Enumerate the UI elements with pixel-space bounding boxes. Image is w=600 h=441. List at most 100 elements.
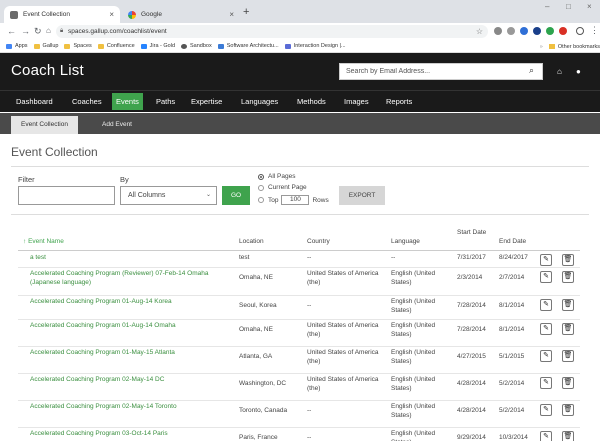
event-name-link[interactable]: Accelerated Coaching Program 01-Aug-14 O… (30, 322, 230, 331)
nav-item-methods[interactable]: Methods (293, 93, 330, 110)
scope-current-page-radio[interactable]: Current Page (258, 184, 307, 191)
nav-item-images[interactable]: Images (340, 93, 373, 110)
camera-extension-icon[interactable] (494, 27, 502, 35)
filter-input[interactable] (18, 186, 115, 205)
nav-item-paths[interactable]: Paths (152, 93, 179, 110)
event-name-link[interactable]: Accelerated Coaching Program 02-May-14 T… (30, 403, 230, 412)
go-button[interactable]: GO (222, 186, 250, 205)
bookmark-interaction-design[interactable]: Interaction Design |... (284, 43, 346, 49)
tab-google[interactable]: Google × (122, 6, 240, 23)
by-column-selected: All Columns (128, 192, 166, 199)
nav-item-coaches[interactable]: Coaches (68, 93, 106, 110)
user-icon[interactable]: ● (576, 67, 581, 76)
delete-icon[interactable]: 🗑︎ (562, 377, 574, 389)
extension-icon[interactable] (520, 27, 528, 35)
bookmark-label: Spaces (73, 43, 92, 49)
top-rows-input[interactable]: 100 (281, 195, 310, 205)
language-cell: English (United States) (391, 403, 436, 419)
language-cell: English (United States) (391, 322, 436, 338)
column-header-language[interactable]: Language (391, 237, 420, 246)
new-tab-icon[interactable]: + (243, 6, 249, 18)
edit-icon[interactable]: ✎ (540, 404, 552, 416)
back-icon[interactable]: ← (7, 26, 16, 36)
minimize-icon[interactable]: – (545, 2, 549, 11)
edit-icon[interactable]: ✎ (540, 271, 552, 283)
edit-icon[interactable]: ✎ (540, 323, 552, 335)
search-input[interactable] (339, 63, 543, 80)
close-tab-icon[interactable]: × (109, 10, 114, 19)
close-window-icon[interactable]: × (587, 2, 592, 11)
delete-icon[interactable]: 🗑︎ (562, 350, 574, 362)
search-icon[interactable]: ⌕ (529, 65, 534, 76)
tab-event-collection[interactable]: Event Collection × (4, 6, 120, 23)
bookmark-gallup[interactable]: Gallup (33, 43, 58, 49)
scope-all-pages-radio[interactable]: All Pages (258, 173, 295, 180)
location-cell: Paris, France (239, 434, 278, 441)
scope-top-rows-radio[interactable]: Top 100 Rows (258, 195, 329, 205)
delete-icon[interactable]: 🗑︎ (562, 431, 574, 441)
edit-icon[interactable]: ✎ (540, 254, 552, 266)
profile-icon[interactable] (576, 27, 584, 35)
bookmark-sandbox[interactable]: Sandbox (181, 43, 212, 49)
delete-icon[interactable]: 🗑︎ (562, 271, 574, 283)
extension-icon[interactable] (533, 27, 541, 35)
reload-icon[interactable]: ↻ (34, 26, 42, 37)
event-name-link[interactable]: a test (30, 254, 230, 263)
event-name-link[interactable]: Accelerated Coaching Program 02-May-14 D… (30, 376, 230, 385)
country-cell: -- (307, 302, 312, 309)
column-header-event-name[interactable]: ↑ Event Name (23, 237, 64, 246)
extension-icon[interactable] (507, 27, 515, 35)
close-tab-icon[interactable]: × (229, 10, 234, 19)
tab-event-collection[interactable]: Event Collection (11, 116, 78, 134)
nav-item-languages[interactable]: Languages (237, 93, 282, 110)
apps-grid-icon (6, 43, 12, 49)
column-header-country[interactable]: Country (307, 237, 330, 246)
bookmark-spaces[interactable]: Spaces (64, 43, 92, 49)
country-cell: United States of America (the) (307, 349, 379, 365)
home-icon[interactable]: ⌂ (557, 67, 562, 76)
radio-checked-icon (258, 173, 264, 180)
edit-icon[interactable]: ✎ (540, 431, 552, 441)
nav-item-events[interactable]: Events (112, 93, 143, 110)
column-header-start-date[interactable]: Start Date (457, 228, 491, 237)
column-header-location[interactable]: Location (239, 237, 264, 246)
event-name-link[interactable]: Accelerated Coaching Program 01-Aug-14 K… (30, 298, 230, 307)
edit-icon[interactable]: ✎ (540, 299, 552, 311)
location-cell: Omaha, NE (239, 326, 273, 333)
language-cell: English (United States) (391, 298, 436, 314)
event-name-link[interactable]: Accelerated Coaching Program 03-Oct-14 P… (30, 430, 230, 439)
home-icon[interactable]: ⌂ (46, 26, 51, 35)
bookmark-jira[interactable]: Jira - Gold (140, 43, 175, 49)
more-bookmarks-icon[interactable]: » (540, 44, 543, 50)
extension-icon[interactable] (559, 27, 567, 35)
header-divider (18, 250, 580, 251)
bookmark-confluence[interactable]: Confluence (97, 43, 135, 49)
menu-kebab-icon[interactable]: ⋮ (590, 25, 599, 36)
delete-icon[interactable]: 🗑︎ (562, 254, 574, 266)
forward-icon[interactable]: → (21, 26, 30, 36)
edit-icon[interactable]: ✎ (540, 350, 552, 362)
bookmark-star-icon[interactable]: ☆ (476, 25, 483, 38)
column-header-end-date[interactable]: End Date (499, 237, 526, 246)
filter-divider (11, 214, 589, 215)
bookmark-apps[interactable]: Apps (6, 43, 28, 49)
main-nav: Dashboard Coaches Events Paths Expertise… (0, 90, 600, 112)
nav-item-expertise[interactable]: Expertise (187, 93, 226, 110)
bookmark-software-architecture[interactable]: Software Architectu... (217, 43, 279, 49)
delete-icon[interactable]: 🗑︎ (562, 323, 574, 335)
delete-icon[interactable]: 🗑︎ (562, 404, 574, 416)
edit-icon[interactable]: ✎ (540, 377, 552, 389)
extension-icon[interactable] (546, 27, 554, 35)
nav-item-dashboard[interactable]: Dashboard (12, 93, 57, 110)
event-name-link[interactable]: Accelerated Coaching Program 01-May-15 A… (30, 349, 230, 358)
nav-item-reports[interactable]: Reports (382, 93, 416, 110)
event-name-link[interactable]: Accelerated Coaching Program (Reviewer) … (30, 270, 230, 287)
other-bookmarks[interactable]: » Other bookmarks (540, 40, 600, 53)
country-cell: -- (307, 434, 312, 441)
by-column-select[interactable]: All Columns ⌄ (120, 186, 217, 205)
export-button[interactable]: EXPORT (339, 186, 385, 205)
maximize-icon[interactable]: □ (566, 2, 571, 11)
tab-add-event[interactable]: Add Event (92, 116, 142, 134)
address-bar[interactable]: 🔒︎ spaces.gallup.com/coachlist/event ☆ (56, 25, 488, 38)
delete-icon[interactable]: 🗑︎ (562, 299, 574, 311)
